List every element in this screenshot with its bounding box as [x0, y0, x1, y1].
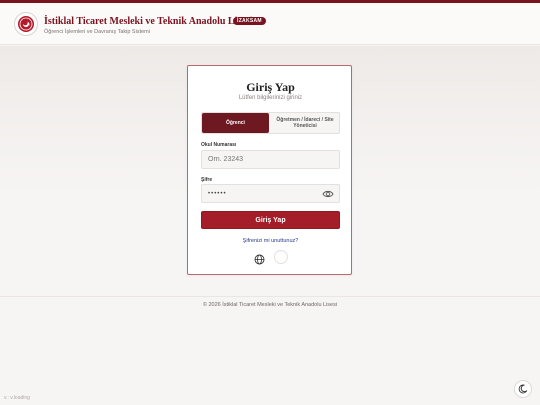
login-subtitle: Lütfen bilgilerinizi giriniz	[238, 95, 303, 101]
role-tabs: Öğrenci Öğretmen / İdareci / Site Yöneti…	[201, 112, 340, 134]
footer-copyright: © 2026 İstiklal Ticaret Mesleki ve Tekni…	[202, 302, 338, 308]
login-button[interactable]: Giriş Yap	[201, 211, 340, 229]
version-text: v.: v.loading	[4, 395, 30, 401]
tab-staff[interactable]: Öğretmen / İdareci / Site Yöneticisi	[271, 113, 339, 133]
secondary-circle-button[interactable]	[274, 250, 288, 264]
password-label: Şifre	[201, 177, 213, 183]
password-input[interactable]: ••••••	[201, 184, 340, 203]
forgot-password-link[interactable]: Şifrenizi mi unuttunuz?	[188, 238, 353, 244]
login-title: Giriş Yap	[246, 80, 295, 94]
school-name: İstiklal Ticaret Mesleki ve Teknik Anado…	[44, 16, 253, 27]
tab-student[interactable]: Öğrenci	[202, 113, 269, 133]
school-number-input[interactable]	[201, 150, 340, 169]
system-subtitle: Öğrenci İşlemleri ve Davranış Takip Sist…	[44, 29, 150, 35]
footer-divider	[0, 296, 540, 297]
school-crest-icon	[14, 12, 38, 36]
school-number-label: Okul Numarası	[201, 142, 237, 148]
system-badge: İZAKSAM	[233, 17, 266, 25]
moon-icon[interactable]	[514, 380, 532, 398]
login-card: Giriş Yap Lütfen bilgilerinizi giriniz Ö…	[187, 65, 352, 275]
password-value: ••••••	[208, 190, 227, 197]
eye-icon[interactable]	[322, 189, 334, 199]
globe-icon[interactable]	[254, 252, 265, 265]
header: İstiklal Ticaret Mesleki ve Teknik Anado…	[0, 3, 540, 45]
